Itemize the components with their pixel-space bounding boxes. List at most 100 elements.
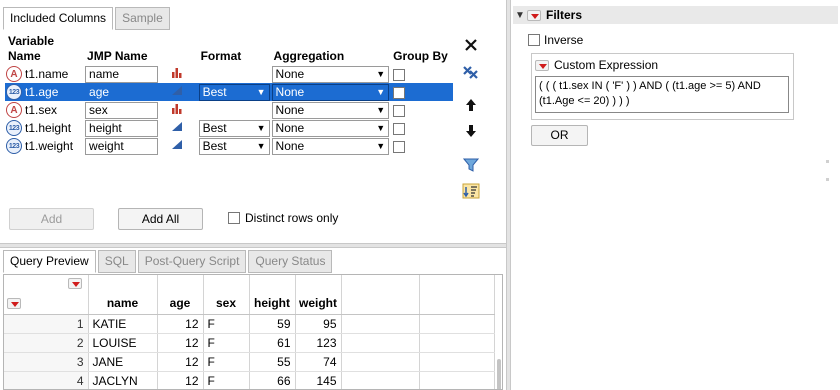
table-row[interactable]: 2 LOUISE 12 F 61 123: [4, 333, 495, 353]
aggregation-dropdown[interactable]: None ▼: [271, 65, 390, 83]
modeling-type-cell[interactable]: [159, 137, 198, 155]
table-corner[interactable]: [4, 275, 89, 315]
format-cell[interactable]: [198, 65, 271, 83]
continuous-modeling-icon[interactable]: [171, 121, 183, 135]
format-cell[interactable]: Best ▼: [198, 119, 271, 137]
column-header-weight[interactable]: weight: [295, 275, 342, 315]
cell-sex[interactable]: F: [203, 314, 250, 334]
aggregation-dropdown[interactable]: None ▼: [271, 119, 390, 137]
tab-sql[interactable]: SQL: [97, 250, 136, 273]
collapse-triangle-icon[interactable]: ▼: [513, 10, 527, 21]
row-menu-icon[interactable]: [7, 298, 21, 309]
variable-name-cell[interactable]: 123 t1.age: [5, 83, 85, 101]
column-row[interactable]: 123 t1.height height Best ▼ None ▼: [5, 119, 453, 137]
group-by-cell[interactable]: [390, 101, 453, 119]
modeling-type-cell[interactable]: [159, 119, 198, 137]
format-dropdown[interactable]: Best ▼: [198, 119, 270, 137]
variable-name-cell[interactable]: 123 t1.height: [5, 119, 84, 137]
column-header-sex[interactable]: sex: [203, 275, 250, 315]
cell-weight[interactable]: 123: [295, 333, 342, 353]
cell-sex[interactable]: F: [203, 371, 250, 389]
inverse-checkbox[interactable]: [528, 34, 540, 46]
jmp-name-field[interactable]: height: [85, 119, 159, 137]
format-dropdown[interactable]: Best ▼: [198, 83, 270, 101]
nominal-modeling-icon[interactable]: [171, 103, 183, 117]
header-group-by[interactable]: Group By: [390, 31, 453, 65]
jmp-name-cell[interactable]: height: [84, 119, 159, 137]
tab-included-columns[interactable]: Included Columns: [3, 7, 114, 30]
modeling-type-cell[interactable]: [159, 65, 198, 83]
table-row[interactable]: 1 KATIE 12 F 59 95: [4, 314, 495, 334]
aggregation-cell[interactable]: None ▼: [271, 101, 391, 119]
header-variable-name[interactable]: Variable Name: [5, 31, 85, 65]
cell-age[interactable]: 12: [157, 314, 204, 334]
cell-name[interactable]: KATIE: [88, 314, 158, 334]
header-jmp-name[interactable]: JMP Name: [84, 31, 160, 65]
move-up-button[interactable]: [460, 95, 482, 115]
or-button[interactable]: OR: [531, 125, 588, 146]
header-format[interactable]: Format: [197, 31, 271, 65]
tab-query-preview[interactable]: Query Preview: [3, 250, 96, 273]
header-aggregation[interactable]: Aggregation: [270, 31, 391, 65]
jmp-name-cell[interactable]: sex: [84, 101, 159, 119]
table-row[interactable]: 3 JANE 12 F 55 74: [4, 352, 495, 372]
column-row[interactable]: At1.name name None ▼: [5, 65, 453, 83]
row-number[interactable]: 2: [4, 333, 89, 353]
group-by-checkbox[interactable]: [393, 122, 406, 135]
tab-post-query-script[interactable]: Post-Query Script: [137, 250, 247, 273]
continuous-modeling-icon[interactable]: [171, 139, 183, 153]
add-all-button[interactable]: Add All: [118, 208, 203, 230]
distinct-rows-checkbox[interactable]: [228, 212, 240, 224]
cell-weight[interactable]: 95: [295, 314, 342, 334]
variable-name-cell[interactable]: At1.name: [5, 65, 84, 83]
row-number[interactable]: 1: [4, 314, 89, 334]
remove-all-button[interactable]: [460, 62, 482, 82]
modeling-type-cell[interactable]: [159, 101, 198, 119]
jmp-name-field[interactable]: sex: [85, 101, 159, 119]
cell-name[interactable]: JACLYN: [88, 371, 158, 389]
format-cell[interactable]: Best ▼: [197, 83, 271, 101]
preview-scrollbar[interactable]: [497, 359, 501, 389]
custom-expression-text[interactable]: ( ( ( t1.sex IN ( 'F' ) ) AND ( (t1.age …: [535, 76, 789, 113]
aggregation-cell[interactable]: None ▼: [271, 137, 391, 155]
jmp-name-field[interactable]: name: [85, 65, 159, 83]
inverse-option[interactable]: Inverse: [528, 33, 583, 47]
format-cell[interactable]: Best ▼: [198, 137, 271, 155]
tab-query-status[interactable]: Query Status: [248, 250, 333, 273]
row-number[interactable]: 4: [4, 371, 89, 389]
aggregation-dropdown[interactable]: None ▼: [271, 137, 390, 155]
column-row[interactable]: 123 t1.age age Best ▼ None ▼: [5, 83, 453, 101]
group-by-checkbox[interactable]: [393, 140, 406, 153]
cell-height[interactable]: 61: [249, 333, 296, 353]
order-by-button[interactable]: [460, 181, 482, 201]
table-row[interactable]: 4 JACLYN 12 F 66 145: [4, 371, 495, 389]
group-by-checkbox[interactable]: [393, 104, 406, 117]
distinct-rows-option[interactable]: Distinct rows only: [228, 211, 338, 225]
cell-height[interactable]: 55: [249, 352, 296, 372]
jmp-name-field[interactable]: weight: [85, 137, 159, 155]
continuous-modeling-icon[interactable]: [171, 85, 183, 99]
format-cell[interactable]: [198, 101, 271, 119]
custom-expression-menu-icon[interactable]: [535, 59, 549, 71]
column-header-age[interactable]: age: [157, 275, 204, 315]
cell-age[interactable]: 12: [157, 352, 204, 372]
remove-column-button[interactable]: [460, 35, 482, 55]
cell-age[interactable]: 12: [157, 333, 204, 353]
move-down-button[interactable]: [460, 121, 482, 141]
column-header-height[interactable]: height: [249, 275, 296, 315]
group-by-checkbox[interactable]: [393, 86, 406, 99]
column-menu-icon[interactable]: [68, 278, 82, 289]
column-header-name[interactable]: name: [88, 275, 158, 315]
jmp-name-cell[interactable]: weight: [84, 137, 159, 155]
add-button[interactable]: Add: [9, 208, 94, 230]
variable-name-cell[interactable]: At1.sex: [5, 101, 84, 119]
aggregation-cell[interactable]: None ▼: [270, 83, 391, 101]
row-number[interactable]: 3: [4, 352, 89, 372]
cell-sex[interactable]: F: [203, 352, 250, 372]
cell-name[interactable]: LOUISE: [88, 333, 158, 353]
column-row[interactable]: 123 t1.weight weight Best ▼ None ▼: [5, 137, 453, 155]
format-dropdown[interactable]: Best ▼: [198, 137, 270, 155]
group-by-cell[interactable]: [390, 83, 453, 101]
group-by-cell[interactable]: [390, 119, 453, 137]
filters-menu-icon[interactable]: [527, 9, 541, 21]
